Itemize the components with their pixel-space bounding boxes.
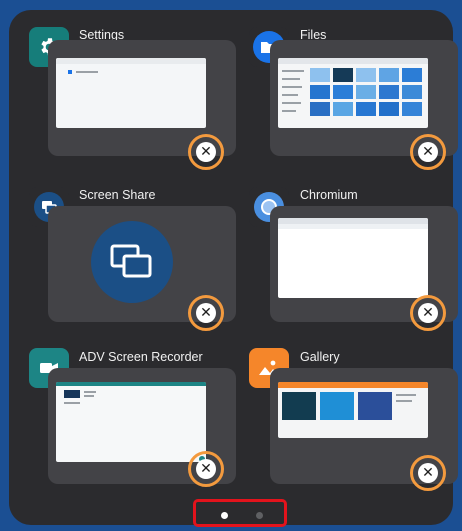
page-indicator xyxy=(193,499,287,527)
files-window-thumbnail xyxy=(278,58,428,128)
close-icon: ✕ xyxy=(196,142,216,162)
close-icon: ✕ xyxy=(418,142,438,162)
screen-share-icon xyxy=(91,221,173,303)
screen-share-close-button[interactable]: ✕ xyxy=(188,295,224,331)
files-close-button[interactable]: ✕ xyxy=(410,134,446,170)
settings-window-thumbnail xyxy=(56,58,206,128)
close-icon: ✕ xyxy=(196,459,216,479)
chromium-title: Chromium xyxy=(300,188,358,202)
screen-share-title: Screen Share xyxy=(79,188,156,202)
adv-screen-recorder-close-button[interactable]: ✕ xyxy=(188,451,224,487)
adv-screen-recorder-window-thumbnail xyxy=(56,382,206,462)
gallery-window-thumbnail xyxy=(278,382,428,438)
close-icon: ✕ xyxy=(418,463,438,483)
adv-screen-recorder-title: ADV Screen Recorder xyxy=(79,350,203,364)
gallery-title: Gallery xyxy=(300,350,340,364)
settings-close-button[interactable]: ✕ xyxy=(188,134,224,170)
gallery-close-button[interactable]: ✕ xyxy=(410,455,446,491)
chromium-close-button[interactable]: ✕ xyxy=(410,295,446,331)
chromium-window-thumbnail xyxy=(278,218,428,298)
page-dot-2[interactable] xyxy=(256,512,263,519)
close-icon: ✕ xyxy=(196,303,216,323)
close-icon: ✕ xyxy=(418,303,438,323)
page-dot-1-active[interactable] xyxy=(221,512,228,519)
